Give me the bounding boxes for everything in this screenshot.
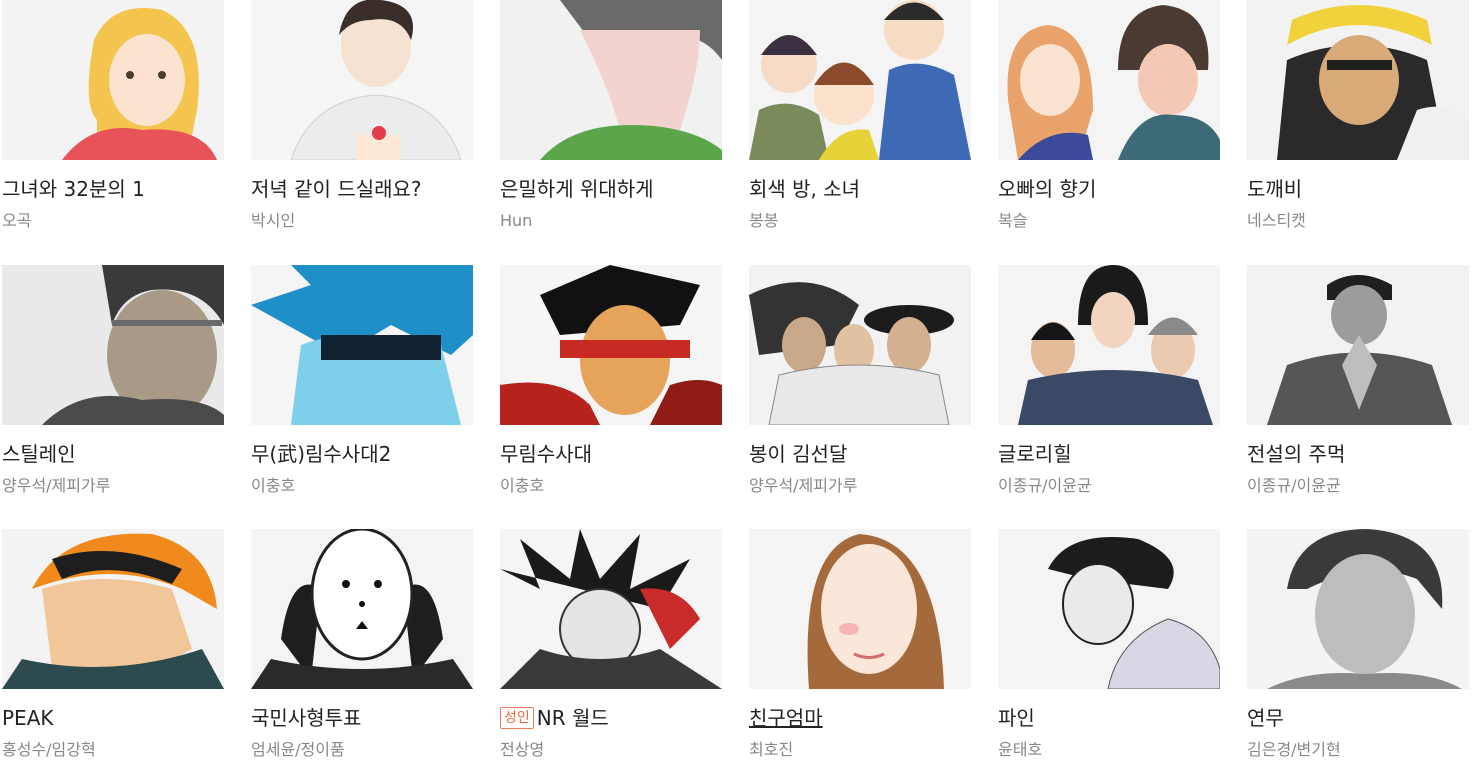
webtoon-author: 김은경/변기현 — [1247, 740, 1341, 759]
webtoon-card[interactable]: 오빠의 향기 복슬 — [998, 0, 1220, 230]
webtoon-author: 봉봉 — [749, 211, 779, 230]
webtoon-author: 양우석/제피가루 — [749, 476, 858, 495]
webtoon-author: 엄세윤/정이품 — [251, 740, 345, 759]
webtoon-author: 네스티캣 — [1247, 211, 1306, 230]
webtoon-card[interactable]: PEAK 홍성수/임강혁 — [2, 529, 224, 759]
webtoon-title[interactable]: 오빠의 향기 — [998, 174, 1096, 204]
webtoon-card[interactable]: 봉이 김선달 양우석/제피가루 — [749, 265, 971, 495]
webtoon-thumbnail[interactable] — [251, 265, 473, 425]
webtoon-title[interactable]: 무림수사대 — [500, 439, 592, 469]
webtoon-author: 오곡 — [2, 211, 32, 230]
webtoon-card[interactable]: 글로리힐 이종규/이윤균 — [998, 265, 1220, 495]
webtoon-author: 양우석/제피가루 — [2, 476, 111, 495]
webtoon-card[interactable]: 성인 NR 월드 전상영 — [500, 529, 722, 759]
webtoon-thumbnail[interactable] — [749, 265, 971, 425]
webtoon-thumbnail[interactable] — [1247, 265, 1469, 425]
webtoon-author: 윤태호 — [998, 740, 1043, 759]
webtoon-title[interactable]: 그녀와 32분의 1 — [2, 174, 145, 204]
webtoon-author: 이충호 — [500, 476, 545, 495]
webtoon-card[interactable]: 도깨비 네스티캣 — [1247, 0, 1469, 230]
webtoon-author: 이충호 — [251, 476, 296, 495]
webtoon-author: 이종규/이윤균 — [1247, 476, 1341, 495]
webtoon-title[interactable]: 파인 — [998, 703, 1035, 733]
webtoon-author: Hun — [500, 211, 533, 230]
webtoon-card[interactable]: 연무 김은경/변기현 — [1247, 529, 1469, 759]
webtoon-card[interactable]: 그녀와 32분의 1 오곡 — [2, 0, 224, 230]
webtoon-title[interactable]: 국민사형투표 — [251, 703, 361, 733]
webtoon-card[interactable]: 회색 방, 소녀 봉봉 — [749, 0, 971, 230]
webtoon-thumbnail[interactable] — [251, 529, 473, 689]
webtoon-title[interactable]: PEAK — [2, 703, 54, 733]
webtoon-card[interactable]: 파인 윤태호 — [998, 529, 1220, 759]
webtoon-thumbnail[interactable] — [749, 0, 971, 160]
webtoon-author: 복슬 — [998, 211, 1028, 230]
webtoon-title[interactable]: 글로리힐 — [998, 439, 1072, 469]
webtoon-thumbnail[interactable] — [998, 0, 1220, 160]
webtoon-author: 전상영 — [500, 740, 545, 759]
webtoon-title[interactable]: 회색 방, 소녀 — [749, 174, 860, 204]
adult-badge: 성인 — [500, 707, 534, 729]
webtoon-thumbnail[interactable] — [749, 529, 971, 689]
webtoon-thumbnail[interactable] — [500, 0, 722, 160]
webtoon-title[interactable]: 성인 NR 월드 — [500, 703, 609, 733]
webtoon-card[interactable]: 국민사형투표 엄세윤/정이품 — [251, 529, 473, 759]
webtoon-title[interactable]: 스틸레인 — [2, 439, 76, 469]
webtoon-card[interactable]: 저녁 같이 드실래요? 박시인 — [251, 0, 473, 230]
webtoon-thumbnail[interactable] — [1247, 0, 1469, 160]
webtoon-title[interactable]: 도깨비 — [1247, 174, 1302, 204]
webtoon-card[interactable]: 은밀하게 위대하게 Hun — [500, 0, 722, 230]
webtoon-card[interactable]: 무(武)림수사대2 이충호 — [251, 265, 473, 495]
webtoon-card[interactable]: 무림수사대 이충호 — [500, 265, 722, 495]
webtoon-card[interactable]: 친구엄마 최호진 — [749, 529, 971, 759]
webtoon-title[interactable]: 무(武)림수사대2 — [251, 439, 391, 469]
webtoon-thumbnail[interactable] — [2, 0, 224, 160]
webtoon-author: 최호진 — [749, 740, 794, 759]
webtoon-title[interactable]: 연무 — [1247, 703, 1284, 733]
webtoon-card[interactable]: 전설의 주먹 이종규/이윤균 — [1247, 265, 1469, 495]
webtoon-title[interactable]: 봉이 김선달 — [749, 439, 847, 469]
webtoon-thumbnail[interactable] — [500, 529, 722, 689]
webtoon-card[interactable]: 스틸레인 양우석/제피가루 — [2, 265, 224, 495]
webtoon-thumbnail[interactable] — [251, 0, 473, 160]
webtoon-thumbnail[interactable] — [2, 529, 224, 689]
webtoon-title-text: NR 월드 — [536, 706, 609, 730]
webtoon-title[interactable]: 친구엄마 — [749, 703, 823, 733]
webtoon-thumbnail[interactable] — [998, 529, 1220, 689]
webtoon-grid: 그녀와 32분의 1 오곡 저녁 같이 드실래요? 박시인 은밀하게 위대하게 — [0, 0, 1473, 766]
webtoon-title[interactable]: 저녁 같이 드실래요? — [251, 174, 422, 204]
webtoon-author: 박시인 — [251, 211, 296, 230]
webtoon-author: 이종규/이윤균 — [998, 476, 1092, 495]
webtoon-thumbnail[interactable] — [998, 265, 1220, 425]
webtoon-title[interactable]: 전설의 주먹 — [1247, 439, 1345, 469]
webtoon-thumbnail[interactable] — [1247, 529, 1469, 689]
webtoon-thumbnail[interactable] — [2, 265, 224, 425]
webtoon-author: 홍성수/임강혁 — [2, 740, 96, 759]
webtoon-thumbnail[interactable] — [500, 265, 722, 425]
webtoon-title[interactable]: 은밀하게 위대하게 — [500, 174, 654, 204]
